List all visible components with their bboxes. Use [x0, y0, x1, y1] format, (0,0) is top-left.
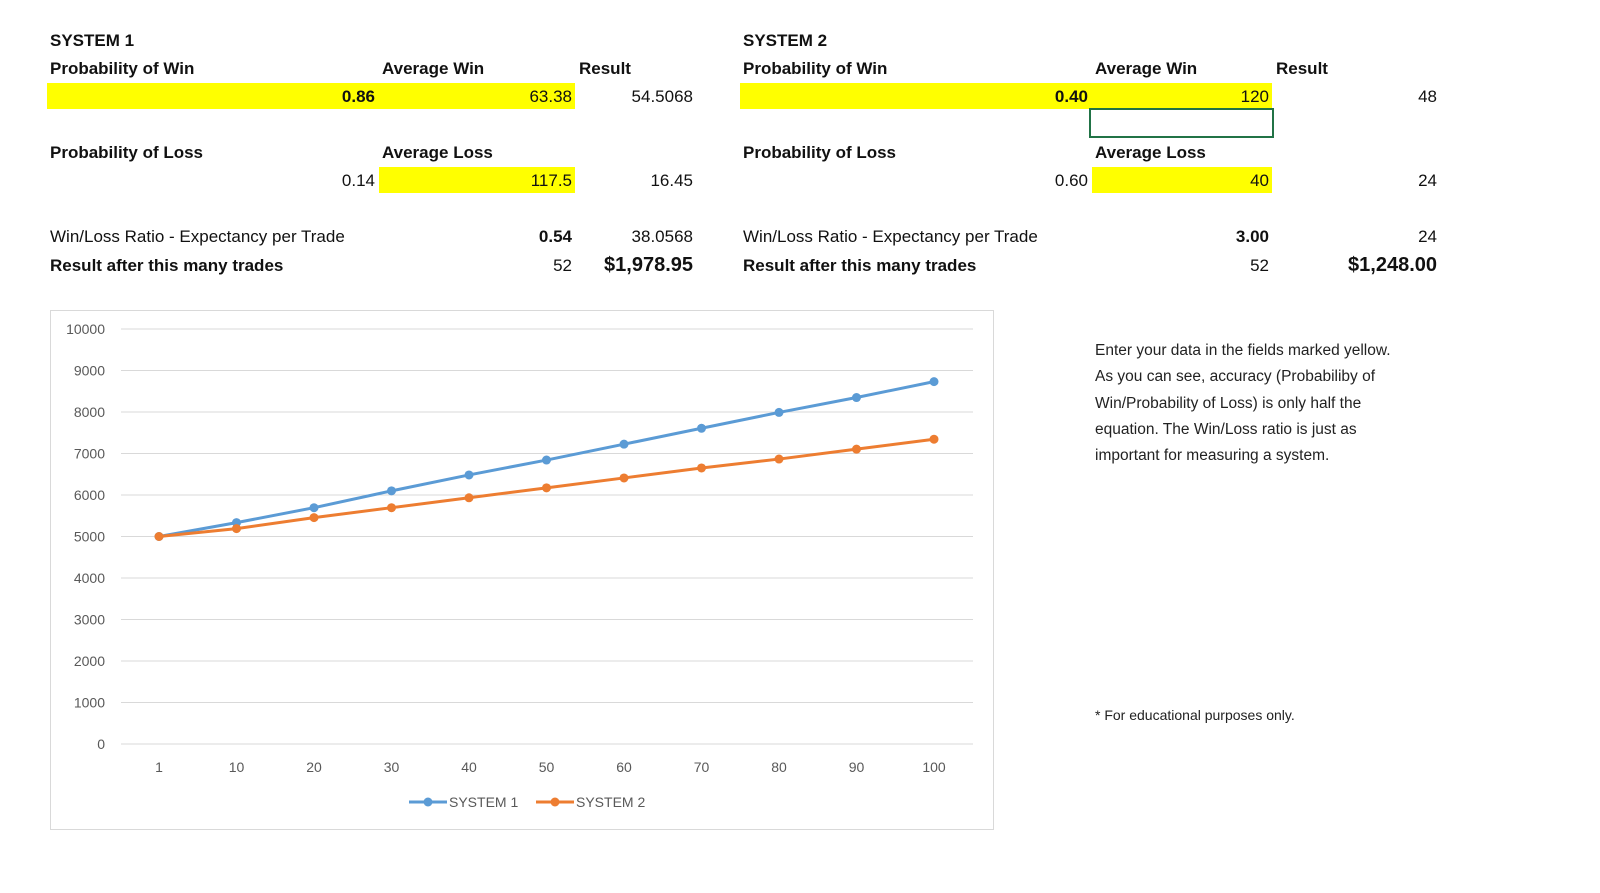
- data-point: [852, 444, 861, 454]
- x-tick-label: 1: [155, 759, 163, 775]
- s2-avg-loss-cell-bg: [1092, 167, 1272, 193]
- data-point: [929, 377, 939, 387]
- system2-total: $1,248.00: [1348, 254, 1437, 276]
- system1-win-result: 54.5068: [631, 87, 693, 106]
- line-chart[interactable]: 0 1000 2000 3000 4000 5000 6000 7000 8000 9000 100…: [50, 310, 994, 830]
- system2-loss-result: 24: [1418, 171, 1437, 190]
- selected-cell[interactable]: [1089, 108, 1274, 138]
- s2-prob-win-cell-bg: [740, 83, 1272, 109]
- system1-avg-win[interactable]: 63.38: [529, 85, 572, 109]
- note-line: Win/Probability of Loss) is only half th…: [1095, 394, 1362, 412]
- system1-ratio: 0.54: [538, 227, 572, 246]
- y-tick-label: 5000: [74, 529, 105, 545]
- y-tick-label: 4000: [74, 570, 105, 586]
- x-tick-label: 100: [922, 759, 946, 775]
- system1-trades[interactable]: 52: [553, 254, 572, 278]
- system1-avg-win-label: Average Win: [382, 59, 485, 78]
- legend-marker: [423, 797, 433, 807]
- system2-expectancy: 24: [1418, 227, 1437, 246]
- data-point: [387, 486, 396, 496]
- data-point: [232, 524, 241, 534]
- system1-prob-loss-label: Probability of Loss: [50, 143, 204, 162]
- data-point: [309, 513, 319, 523]
- y-tick-label: 6000: [74, 487, 105, 503]
- system1-prob-loss: 0.14: [341, 171, 375, 190]
- y-tick-label: 8000: [74, 404, 105, 420]
- data-point: [154, 532, 164, 541]
- data-point: [852, 393, 861, 403]
- system2-ratio-label: Win/Loss Ratio - Expectancy per Trade: [743, 227, 1038, 246]
- disclaimer: * For educational purposes only.: [1095, 707, 1295, 723]
- data-point: [774, 454, 784, 464]
- instructions-note: Enter your data in the fields marked yel…: [1095, 338, 1391, 469]
- data-point: [929, 434, 939, 444]
- y-tick-label: 0: [97, 736, 105, 752]
- system2-prob-loss: 0.60: [1054, 171, 1088, 190]
- system2-win-result: 48: [1418, 87, 1437, 106]
- x-tick-label: 50: [539, 759, 555, 775]
- system2-prob-loss-label: Probability of Loss: [743, 143, 897, 162]
- data-point: [542, 483, 551, 493]
- y-tick-label: 7000: [74, 446, 105, 462]
- x-tick-label: 10: [229, 759, 245, 775]
- system1-result-label: Result: [579, 59, 631, 78]
- system1-ratio-label: Win/Loss Ratio - Expectancy per Trade: [50, 227, 345, 246]
- system2-avg-loss-label: Average Loss: [1095, 143, 1206, 162]
- system2-avg-win-label: Average Win: [1095, 59, 1198, 78]
- system1-prob-win-label: Probability of Win: [50, 59, 195, 78]
- y-tick-label: 10000: [66, 321, 105, 337]
- legend-label: SYSTEM 1: [449, 794, 518, 810]
- system1-avg-loss-label: Average Loss: [382, 143, 493, 162]
- system2-trades-label: Result after this many trades: [743, 256, 977, 275]
- system1-loss-result: 16.45: [650, 171, 693, 190]
- system2-avg-win[interactable]: 120: [1241, 85, 1269, 109]
- system2-ratio: 3.00: [1235, 227, 1269, 246]
- data-point: [387, 503, 396, 513]
- data-point: [542, 455, 551, 465]
- system1-title: SYSTEM 1: [50, 31, 135, 50]
- data-point: [309, 503, 319, 513]
- y-tick-label: 3000: [74, 612, 105, 628]
- system1-avg-loss[interactable]: 117.5: [531, 169, 572, 193]
- data-point: [464, 470, 474, 480]
- data-point: [464, 493, 474, 503]
- system2-avg-loss[interactable]: 40: [1250, 169, 1269, 193]
- system2-prob-win[interactable]: 0.40: [1055, 85, 1088, 109]
- x-tick-label: 30: [384, 759, 400, 775]
- legend-label: SYSTEM 2: [576, 794, 645, 810]
- note-line: Enter your data in the fields marked yel…: [1095, 342, 1391, 359]
- data-point: [697, 463, 706, 473]
- legend-marker: [550, 797, 560, 807]
- x-tick-label: 60: [616, 759, 632, 775]
- system2-prob-win-label: Probability of Win: [743, 59, 888, 78]
- system2-title: SYSTEM 2: [743, 31, 828, 50]
- x-tick-label: 70: [694, 759, 710, 775]
- system1-expectancy: 38.0568: [631, 227, 693, 246]
- data-point: [697, 423, 706, 433]
- system1-total: $1,978.95: [604, 254, 693, 276]
- note-line: equation. The Win/Loss ratio is just as: [1095, 420, 1357, 438]
- prob-win-cell-bg: [47, 83, 575, 109]
- system2-trades[interactable]: 52: [1250, 254, 1269, 278]
- system1-trades-label: Result after this many trades: [50, 256, 284, 275]
- x-tick-label: 20: [306, 759, 322, 775]
- note-line: important for measuring a system.: [1095, 447, 1330, 465]
- x-tick-label: 80: [771, 759, 787, 775]
- data-point: [774, 407, 784, 417]
- system2-result-label: Result: [1276, 59, 1328, 78]
- system1-prob-win[interactable]: 0.86: [342, 85, 375, 109]
- y-tick-label: 1000: [74, 695, 105, 711]
- chart-svg: 0 1000 2000 3000 4000 5000 6000 7000 8000 9000 100…: [66, 321, 973, 810]
- y-tick-label: 2000: [74, 653, 105, 669]
- data-point: [619, 473, 629, 483]
- x-tick-label: 90: [849, 759, 865, 775]
- x-tick-label: 40: [461, 759, 477, 775]
- y-tick-label: 9000: [74, 363, 105, 379]
- note-line: As you can see, accuracy (Probabiliby of: [1095, 368, 1375, 386]
- data-point: [619, 439, 629, 449]
